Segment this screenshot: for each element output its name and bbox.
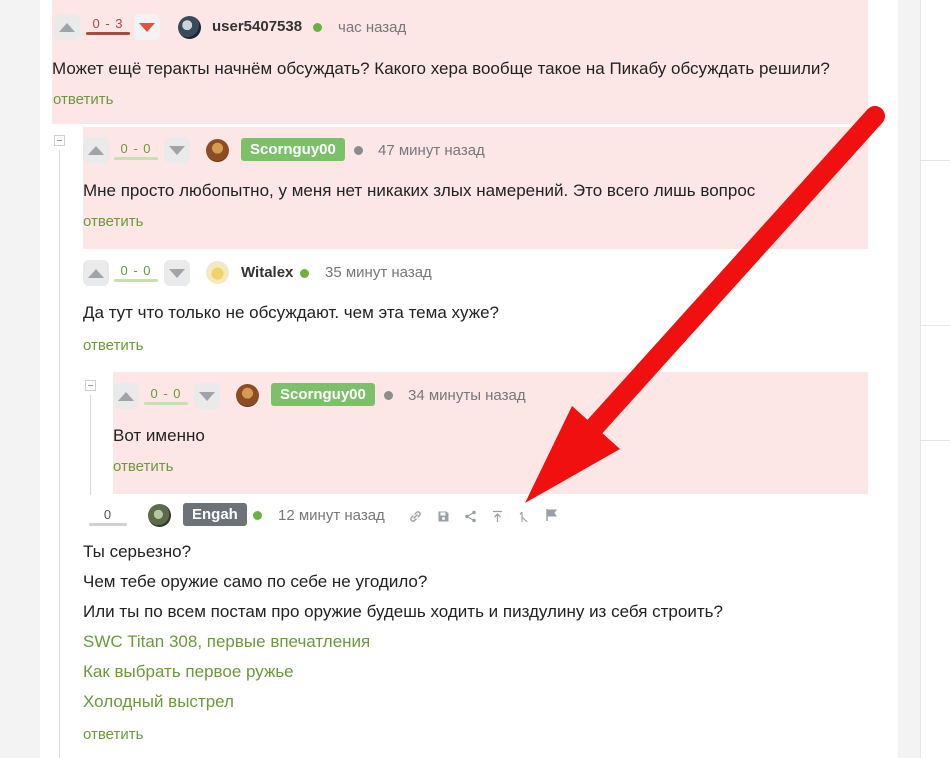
comment-time[interactable]: 35 минут назад (325, 264, 432, 281)
post-link[interactable]: Холодный выстрел (83, 692, 234, 712)
downvote-button[interactable] (164, 137, 190, 163)
offline-indicator (354, 146, 363, 155)
reply-link[interactable]: ответить (83, 213, 143, 230)
scroll-to-top-icon[interactable] (489, 508, 505, 524)
comment-time[interactable]: 12 минут назад (278, 507, 385, 524)
comment: 0 - 0 Witalex 35 минут назад Да тут что … (83, 250, 868, 368)
save-icon[interactable] (435, 508, 451, 524)
comment-time[interactable]: 47 минут назад (378, 142, 485, 159)
avatar[interactable] (236, 384, 259, 407)
username-badge[interactable]: Scornguy00 (241, 138, 345, 161)
username-badge[interactable]: Engah (183, 503, 247, 526)
offline-indicator (384, 391, 393, 400)
rating-bar (114, 157, 158, 160)
comment: 0 - 0 Scornguy00 34 минуты назад Вот име… (113, 372, 868, 494)
comment-text-line: Или ты по всем постам про оружие будешь … (83, 602, 723, 621)
link-icon[interactable] (407, 508, 423, 524)
arrow-up-icon (118, 391, 134, 401)
downvote-button[interactable] (164, 260, 190, 286)
comment-time[interactable]: час назад (338, 19, 406, 36)
share-icon[interactable] (462, 508, 478, 524)
avatar[interactable] (206, 261, 229, 284)
arrow-down-icon (199, 391, 215, 401)
arrow-up-icon (59, 22, 75, 32)
comment-rating: 0 - 3 (86, 16, 130, 35)
reply-link[interactable]: ответить (53, 91, 113, 108)
rating-bar (86, 32, 130, 35)
rating-bar (89, 523, 127, 526)
collapse-thread-button[interactable] (85, 380, 96, 391)
username[interactable]: Witalex (241, 264, 293, 281)
arrow-down-icon (139, 22, 155, 32)
upvote-button[interactable] (83, 260, 109, 286)
comment-rating: 0 (89, 507, 127, 526)
rating-bar (144, 402, 188, 405)
rating-value: 0 - 3 (92, 16, 124, 31)
upvote-button[interactable] (54, 14, 80, 40)
comment-rating: 0 - 0 (114, 141, 158, 160)
thread-line (59, 150, 60, 758)
sidebar-divider (921, 440, 950, 441)
reply-link[interactable]: ответить (83, 726, 143, 743)
comment-text: Может ещё теракты начнём обсуждать? Како… (52, 59, 830, 78)
comment-time[interactable]: 34 минуты назад (408, 387, 526, 404)
arrow-down-icon (169, 268, 185, 278)
collapse-thread-button[interactable] (54, 135, 65, 146)
parent-comment-icon[interactable] (516, 508, 532, 524)
report-flag-icon[interactable] (544, 507, 560, 523)
upvote-button[interactable] (83, 137, 109, 163)
comment: 0 - 3 user5407538 час назад Может ещё те… (52, 0, 868, 124)
rating-value: 0 - 0 (120, 141, 152, 156)
reply-link[interactable]: ответить (83, 337, 143, 354)
upvote-button[interactable] (113, 383, 139, 409)
rating-value: 0 (103, 507, 113, 522)
arrow-up-icon (88, 268, 104, 278)
comment-rating: 0 - 0 (114, 263, 158, 282)
rating-bar (114, 279, 158, 282)
reply-link[interactable]: ответить (113, 458, 173, 475)
online-indicator (300, 269, 309, 278)
username-badge[interactable]: Scornguy00 (271, 383, 375, 406)
comment-text: Мне просто любопытно, у меня нет никаких… (83, 181, 756, 200)
page: 0 - 3 user5407538 час назад Может ещё те… (0, 0, 950, 758)
comment: 0 - 0 Scornguy00 47 минут назад Мне прос… (83, 127, 868, 249)
avatar[interactable] (148, 504, 171, 527)
avatar[interactable] (206, 139, 229, 162)
thread-line (90, 395, 91, 495)
comment-rating: 0 - 0 (144, 386, 188, 405)
comment: 0 Engah 12 минут назад Ты серьезно? Чем … (83, 497, 868, 758)
sidebar-divider (921, 325, 950, 326)
comment-text: Вот именно (113, 426, 205, 445)
downvote-button[interactable] (194, 383, 220, 409)
downvote-button[interactable] (134, 14, 160, 40)
online-indicator (313, 23, 322, 32)
post-link[interactable]: SWC Titan 308, первые впечатления (83, 632, 370, 652)
online-indicator (253, 511, 262, 520)
rating-value: 0 - 0 (120, 263, 152, 278)
avatar[interactable] (178, 16, 201, 39)
right-sidebar (920, 0, 950, 758)
username[interactable]: user5407538 (212, 18, 302, 35)
post-link[interactable]: Как выбрать первое ружье (83, 662, 294, 682)
arrow-up-icon (88, 145, 104, 155)
rating-value: 0 - 0 (150, 386, 182, 401)
comment-text-line: Ты серьезно? (83, 542, 192, 561)
comment-text-line: Чем тебе оружие само по себе не угодило? (83, 572, 428, 591)
sidebar-divider (921, 160, 950, 161)
arrow-down-icon (169, 145, 185, 155)
comment-text: Да тут что только не обсуждают. чем эта … (83, 303, 499, 322)
